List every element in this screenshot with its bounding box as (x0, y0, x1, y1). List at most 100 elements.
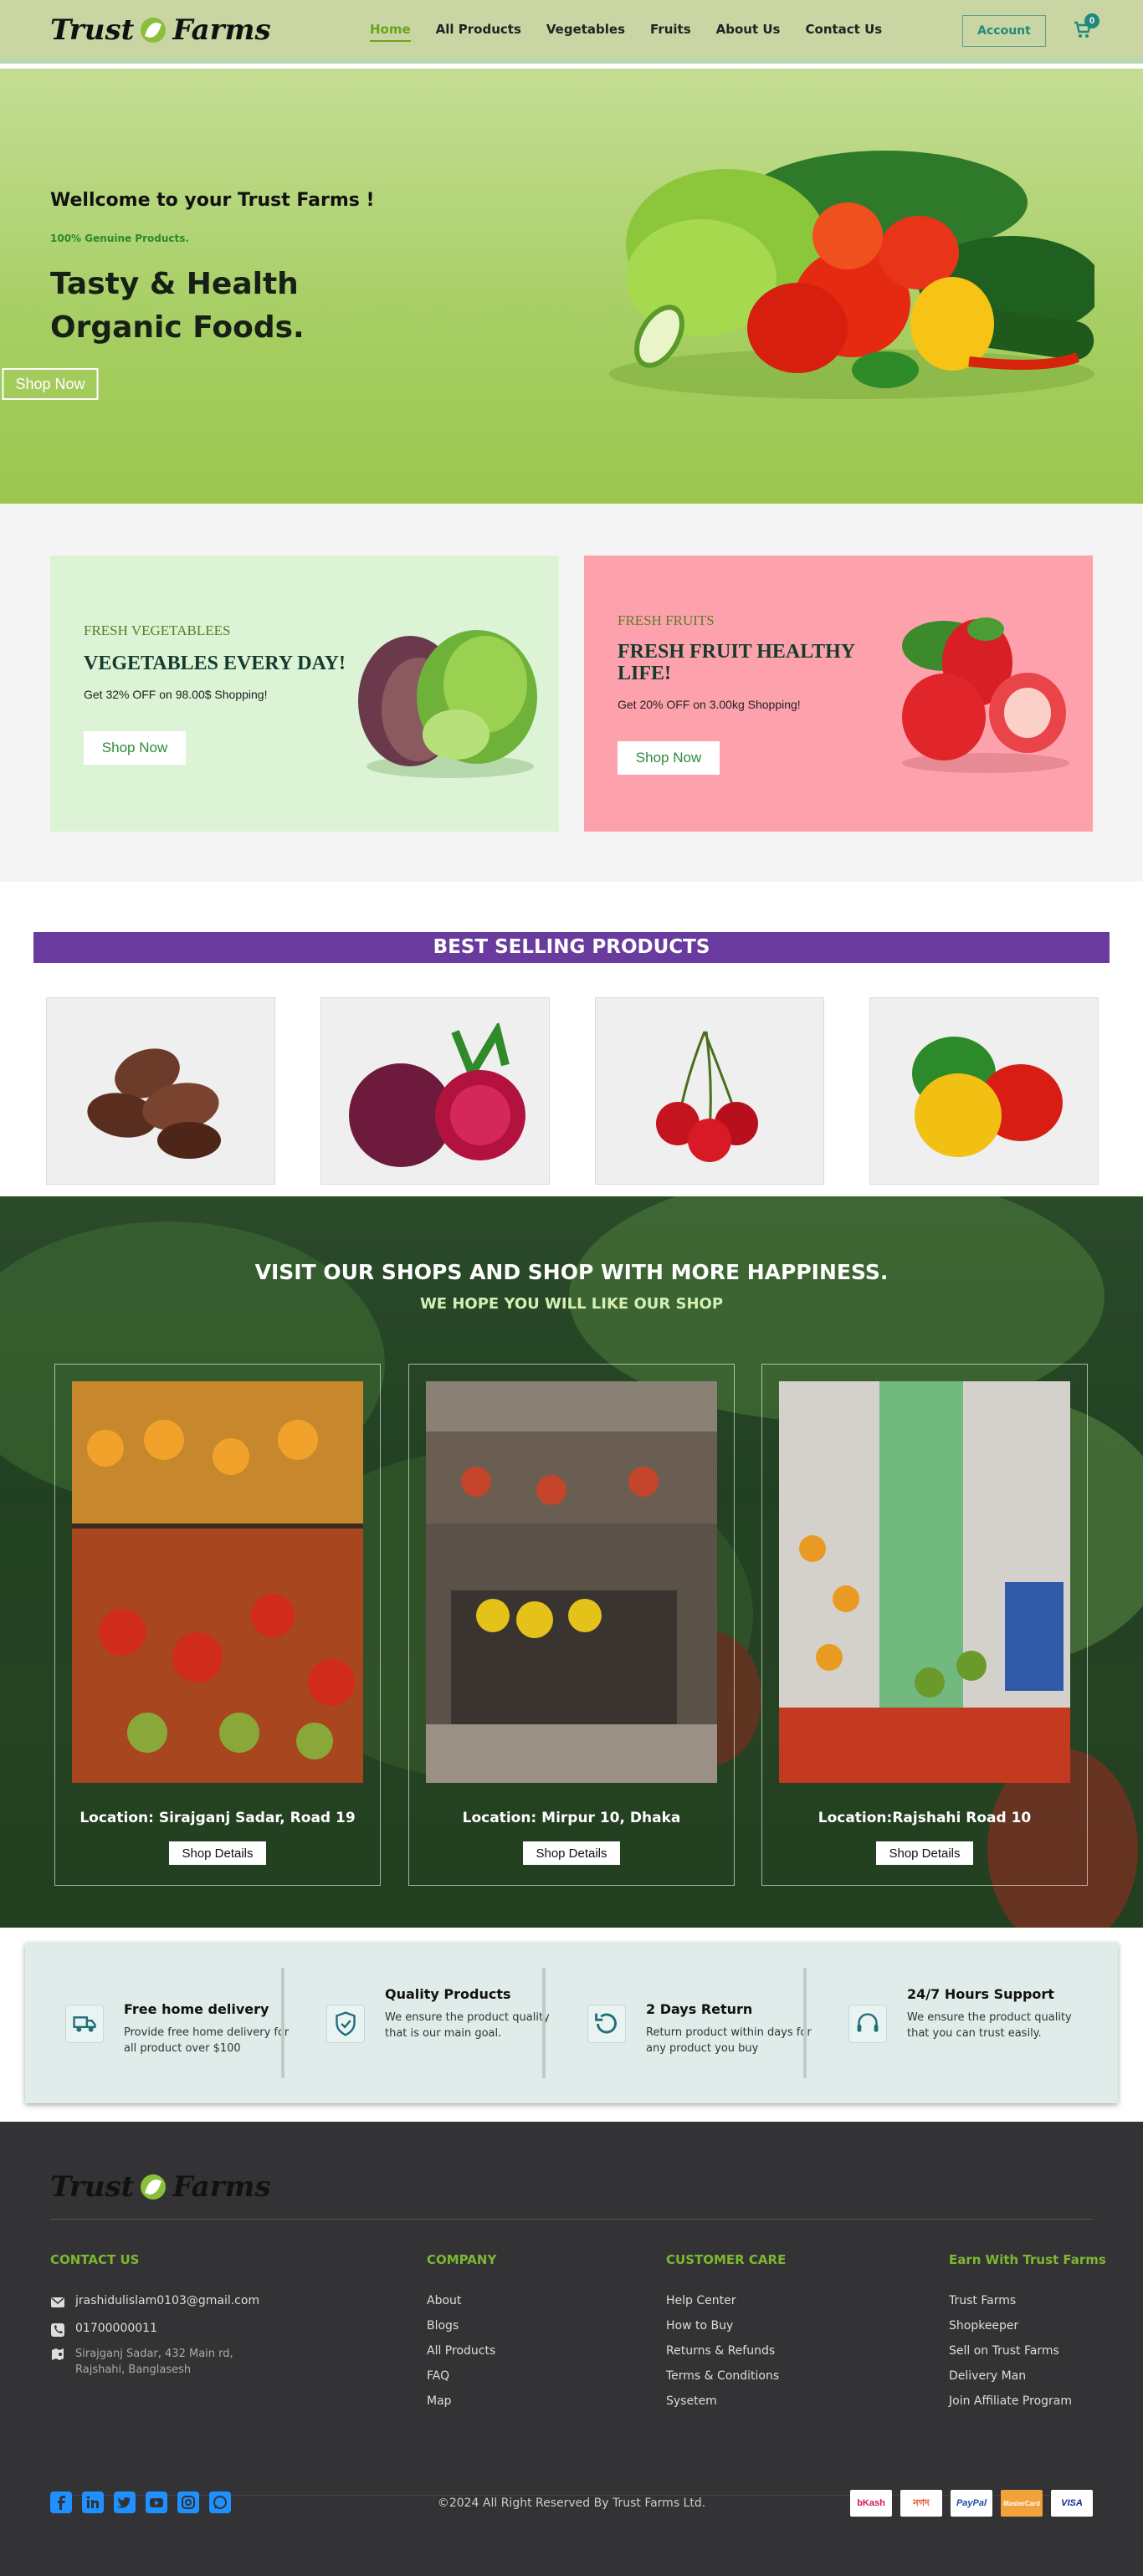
footer-link-delivery-man[interactable]: Delivery Man (949, 2369, 1072, 2394)
site-footer: Trust Farms CONTACT US jrashidulislam010… (0, 2122, 1143, 2576)
logo-text-right: Farms (172, 2170, 271, 2204)
strawberries-image (902, 617, 1069, 773)
promo-shop-now-button[interactable]: Shop Now (84, 731, 186, 765)
promo-title: VEGETABLES EVERY DAY! (84, 653, 346, 674)
promo-section: FRESH VEGETABLEES VEGETABLES EVERY DAY! … (0, 504, 1143, 882)
footer-link-sell[interactable]: Sell on Trust Farms (949, 2344, 1072, 2369)
account-button[interactable]: Account (962, 15, 1046, 47)
promo-title: FRESH FRUIT HEALTHY LIFE! (618, 641, 855, 684)
company-links: About Blogs All Products FAQ Map (427, 2294, 495, 2420)
contact-address-text: Sirajganj Sadar, 432 Main rd, Rajshahi, … (75, 2348, 233, 2376)
nav-contact-us[interactable]: Contact Us (806, 22, 883, 42)
footer-link-how-to-buy[interactable]: How to Buy (666, 2319, 779, 2344)
footer-link-system[interactable]: Sysetem (666, 2394, 779, 2420)
footer-link-trust-farms[interactable]: Trust Farms (949, 2294, 1072, 2319)
earn-title: Earn With Trust Farms (949, 2252, 1106, 2267)
contact-email[interactable]: jrashidulislam0103@gmail.com (50, 2294, 259, 2310)
hero-headline: Tasty & Health Organic Foods. (50, 267, 305, 345)
promo-offer: Get 20% OFF on 3.00kg Shopping! (618, 698, 801, 711)
nav-fruits[interactable]: Fruits (650, 22, 691, 42)
product-card-bell-peppers[interactable] (869, 997, 1099, 1185)
footer-logo[interactable]: Trust Farms (50, 2170, 271, 2204)
shield-check-icon (326, 2005, 365, 2043)
hero-genuine: 100% Genuine Products. (50, 233, 189, 244)
main-nav: Home All Products Vegetables Fruits Abou… (370, 22, 882, 42)
footer-link-help-center[interactable]: Help Center (666, 2294, 779, 2319)
promo-offer: Get 32% OFF on 98.00$ Shopping! (84, 688, 268, 701)
product-card-cherries[interactable] (595, 997, 824, 1185)
footer-link-shopkeeper[interactable]: Shopkeeper (949, 2319, 1072, 2344)
cart-count-badge: 0 (1084, 13, 1099, 28)
return-icon (587, 2005, 626, 2043)
shops-section: VISIT OUR SHOPS AND SHOP WITH MORE HAPPI… (0, 1196, 1143, 1928)
feature-desc: Provide free home delivery for all produ… (124, 2026, 290, 2055)
feature-support: 24/7 Hours Support We ensure the product… (808, 1968, 1072, 2078)
bkash-logo: bKash (850, 2490, 892, 2517)
shop-card-rajshahi: Location:Rajshahi Road 10 Shop Details (761, 1364, 1088, 1886)
shop-location: Location: Sirajganj Sadar, Road 19 (79, 1810, 356, 1826)
feature-quality: Quality Products We ensure the product q… (286, 1968, 550, 2078)
contact-phone[interactable]: 01700000011 (50, 2322, 157, 2338)
feature-return: 2 Days Return Return product within days… (547, 1968, 812, 2078)
visa-logo: VISA (1051, 2490, 1093, 2517)
feature-desc: We ensure the product quality that you c… (907, 2011, 1072, 2040)
shop-image (426, 1381, 717, 1783)
leaf-icon (141, 2174, 167, 2200)
feature-delivery: Free home delivery Provide free home del… (25, 1968, 289, 2078)
dates-image (87, 1048, 221, 1159)
promo-shop-now-button[interactable]: Shop Now (618, 741, 720, 775)
site-logo[interactable]: Trust Farms (50, 13, 271, 47)
shop-location: Location: Mirpur 10, Dhaka (462, 1810, 681, 1826)
shop-details-button[interactable]: Shop Details (876, 1841, 973, 1865)
customer-care-title: CUSTOMER CARE (666, 2252, 787, 2267)
mastercard-logo: MasterCard (1001, 2490, 1043, 2517)
shop-card-mirpur: Location: Mirpur 10, Dhaka Shop Details (408, 1364, 735, 1886)
feature-desc: We ensure the product quality that is ou… (385, 2011, 550, 2040)
shop-details-button[interactable]: Shop Details (523, 1841, 620, 1865)
nav-about-us[interactable]: About Us (716, 22, 781, 42)
footer-link-all-products[interactable]: All Products (427, 2344, 495, 2369)
feature-title: 24/7 Hours Support (907, 1986, 1054, 2002)
shop-location: Location:Rajshahi Road 10 (818, 1810, 1032, 1826)
footer-link-returns[interactable]: Returns & Refunds (666, 2344, 779, 2369)
shop-image (779, 1381, 1070, 1783)
footer-link-map[interactable]: Map (427, 2394, 495, 2420)
contact-phone-text: 01700000011 (75, 2322, 157, 2335)
beetroot-image (349, 1023, 525, 1167)
product-card-beetroot[interactable] (320, 997, 550, 1185)
logo-text-right: Farms (172, 13, 271, 47)
contact-address: Sirajganj Sadar, 432 Main rd, Rajshahi, … (50, 2346, 251, 2378)
site-header: Trust Farms Home All Products Vegetables… (0, 0, 1143, 64)
shops-title: VISIT OUR SHOPS AND SHOP WITH MORE HAPPI… (254, 1260, 889, 1284)
map-pin-icon (52, 2348, 64, 2360)
headset-icon (848, 2005, 887, 2043)
feature-title: 2 Days Return (646, 2001, 753, 2017)
footer-link-faq[interactable]: FAQ (427, 2369, 495, 2394)
best-selling-title: BEST SELLING PRODUCTS (33, 932, 1110, 963)
mail-icon (51, 2297, 64, 2307)
promo-tag: FRESH VEGETABLEES (84, 622, 231, 638)
nav-all-products[interactable]: All Products (436, 22, 521, 42)
payment-methods: bKash নগদ PayPal MasterCard VISA (850, 2490, 1093, 2517)
feature-title: Quality Products (385, 1986, 511, 2002)
nagad-logo: নগদ (900, 2490, 942, 2517)
footer-link-terms[interactable]: Terms & Conditions (666, 2369, 779, 2394)
footer-link-about[interactable]: About (427, 2294, 495, 2319)
hero-shop-now-button[interactable]: Shop Now (2, 368, 99, 400)
leaf-icon (141, 18, 167, 43)
contact-email-text: jrashidulislam0103@gmail.com (75, 2294, 260, 2307)
shop-details-button[interactable]: Shop Details (169, 1841, 266, 1865)
product-card-dates[interactable] (46, 997, 275, 1185)
shop-card-sirajganj: Location: Sirajganj Sadar, Road 19 Shop … (54, 1364, 381, 1886)
feature-divider (803, 1968, 807, 2078)
promo-vegetables: FRESH VEGETABLEES VEGETABLES EVERY DAY! … (50, 556, 559, 832)
feature-divider (542, 1968, 546, 2078)
hero-banner: Wellcome to your Trust Farms ! 100% Genu… (0, 69, 1143, 504)
shops-subtitle: WE HOPE YOU WILL LIKE OUR SHOP (419, 1295, 724, 1313)
nav-home[interactable]: Home (370, 22, 411, 42)
footer-link-affiliate[interactable]: Join Affiliate Program (949, 2394, 1072, 2420)
truck-icon (65, 2005, 104, 2043)
nav-vegetables[interactable]: Vegetables (546, 22, 625, 42)
footer-link-blogs[interactable]: Blogs (427, 2319, 495, 2344)
feature-title: Free home delivery (124, 2001, 269, 2017)
